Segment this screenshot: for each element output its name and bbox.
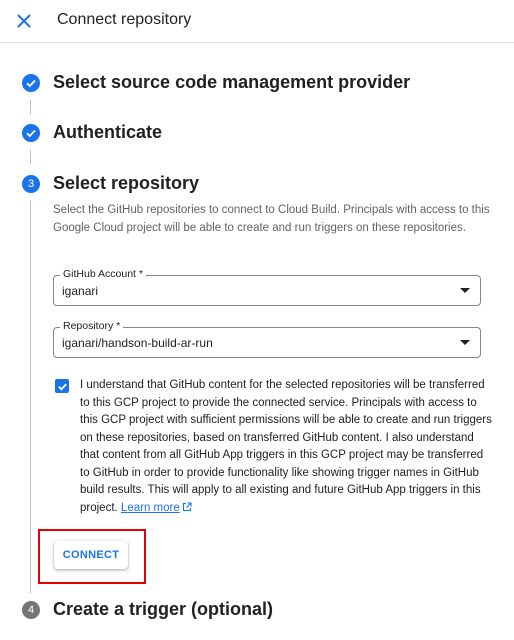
- consent-text: I understand that GitHub content for the…: [80, 377, 495, 517]
- step-connector: [30, 150, 31, 164]
- dialog-title: Connect repository: [57, 11, 192, 28]
- step-2-check-icon: [22, 124, 40, 142]
- github-account-value: iganari: [62, 284, 99, 298]
- dialog-header: Connect repository: [0, 0, 514, 43]
- step-3-number-icon: 3: [22, 175, 40, 193]
- learn-more-label: Learn more: [120, 501, 180, 514]
- step-3-title: Select repository: [53, 173, 200, 193]
- step-4-title: Create a trigger (optional): [53, 599, 274, 619]
- step-connector: [30, 100, 31, 114]
- step-3-description: Select the GitHub repositories to connec…: [53, 204, 490, 234]
- consent-body: I understand that GitHub content for the…: [80, 379, 492, 514]
- github-account-select[interactable]: GitHub Account * iganari: [53, 268, 481, 306]
- external-link-icon: [182, 501, 192, 511]
- learn-more-link[interactable]: Learn more: [121, 502, 192, 514]
- step-1-title: Select source code management provider: [53, 72, 411, 92]
- github-account-label: GitHub Account *: [60, 268, 146, 280]
- repository-label: Repository *: [60, 320, 124, 332]
- step-2-title: Authenticate: [53, 122, 163, 142]
- close-button[interactable]: [12, 9, 36, 33]
- dropdown-arrow-icon: [460, 288, 470, 293]
- connect-button[interactable]: CONNECT: [54, 541, 128, 569]
- consent-checkbox[interactable]: [55, 379, 69, 393]
- checkmark-icon: [57, 383, 67, 391]
- dropdown-arrow-icon: [460, 340, 470, 345]
- step-connector: [30, 200, 31, 593]
- step-1-check-icon: [22, 74, 40, 92]
- close-icon: [17, 14, 31, 28]
- repository-value: iganari/handson-build-ar-run: [62, 336, 213, 350]
- repository-select[interactable]: Repository * iganari/handson-build-ar-ru…: [53, 320, 481, 358]
- step-4-number-icon: 4: [22, 601, 40, 619]
